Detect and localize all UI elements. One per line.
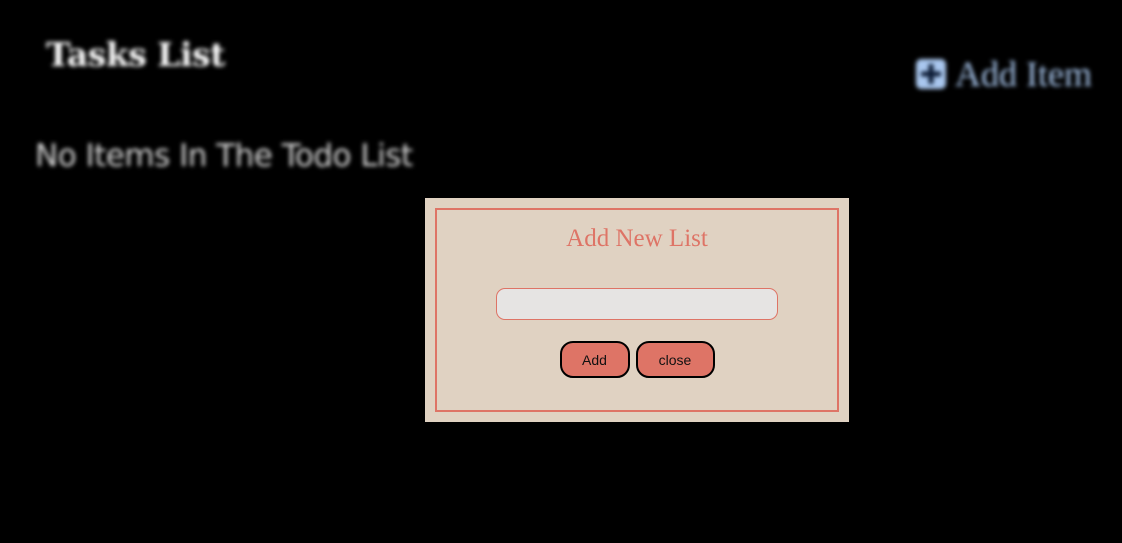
modal-frame: Add New List Add close [435,208,839,412]
add-button[interactable]: Add [559,341,630,378]
app-root: Tasks List Add Item No Items In The Todo… [0,0,1122,543]
plus-square-icon [915,58,947,90]
modal-title: Add New List [566,225,708,252]
add-list-modal: Add New List Add close [425,198,849,422]
close-button[interactable]: close [635,341,715,378]
empty-list-message: No Items In The Todo List [35,138,413,174]
add-item-label: Add Item [955,54,1092,94]
modal-button-row: Add close [437,341,837,378]
add-item-button[interactable]: Add Item [915,56,1092,92]
page-title: Tasks List [46,35,225,74]
list-name-input[interactable] [496,288,778,320]
